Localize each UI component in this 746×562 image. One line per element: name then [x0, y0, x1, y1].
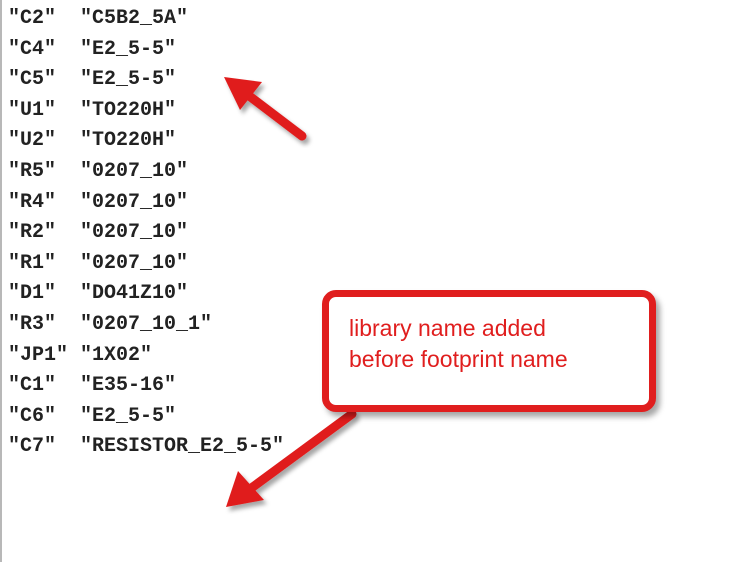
editor-line: "U1" "TO220H": [8, 98, 177, 122]
editor-line: "C6" "E2_5-5": [8, 404, 177, 428]
editor-line: "C4" "E2_5-5": [8, 37, 177, 61]
editor-line: "C1" "E35-16": [8, 374, 177, 398]
editor-line: "JP1" "1X02": [8, 343, 153, 367]
editor-line: "C7" "RESISTOR_E2_5-5": [8, 435, 285, 459]
callout-text-line-1: library name added: [349, 315, 546, 341]
editor-line: "R2" "0207_10": [8, 221, 189, 245]
text-editor[interactable]: "C2" "C5B2_5A" "C4" "E2_5-5" "C5" "E2_5-…: [0, 0, 746, 562]
editor-line: "R5" "0207_10": [8, 159, 189, 183]
editor-line: "U2" "TO220H": [8, 129, 177, 153]
editor-left-border: [0, 0, 2, 562]
editor-line: "R1" "0207_10": [8, 251, 189, 275]
editor-line: "R3" "0207_10_1": [8, 312, 213, 336]
editor-line: "D1" "DO41Z10": [8, 282, 189, 306]
editor-line: "R4" "0207_10": [8, 190, 189, 214]
editor-line: "C2" "C5B2_5A": [8, 7, 189, 30]
callout-box: library name added before footprint name: [322, 290, 656, 412]
editor-line: "C5" "E2_5-5": [8, 68, 177, 92]
editor-lines: "C2" "C5B2_5A" "C4" "E2_5-5" "C5" "E2_5-…: [8, 4, 284, 463]
callout-text-line-2: before footprint name: [349, 346, 568, 372]
